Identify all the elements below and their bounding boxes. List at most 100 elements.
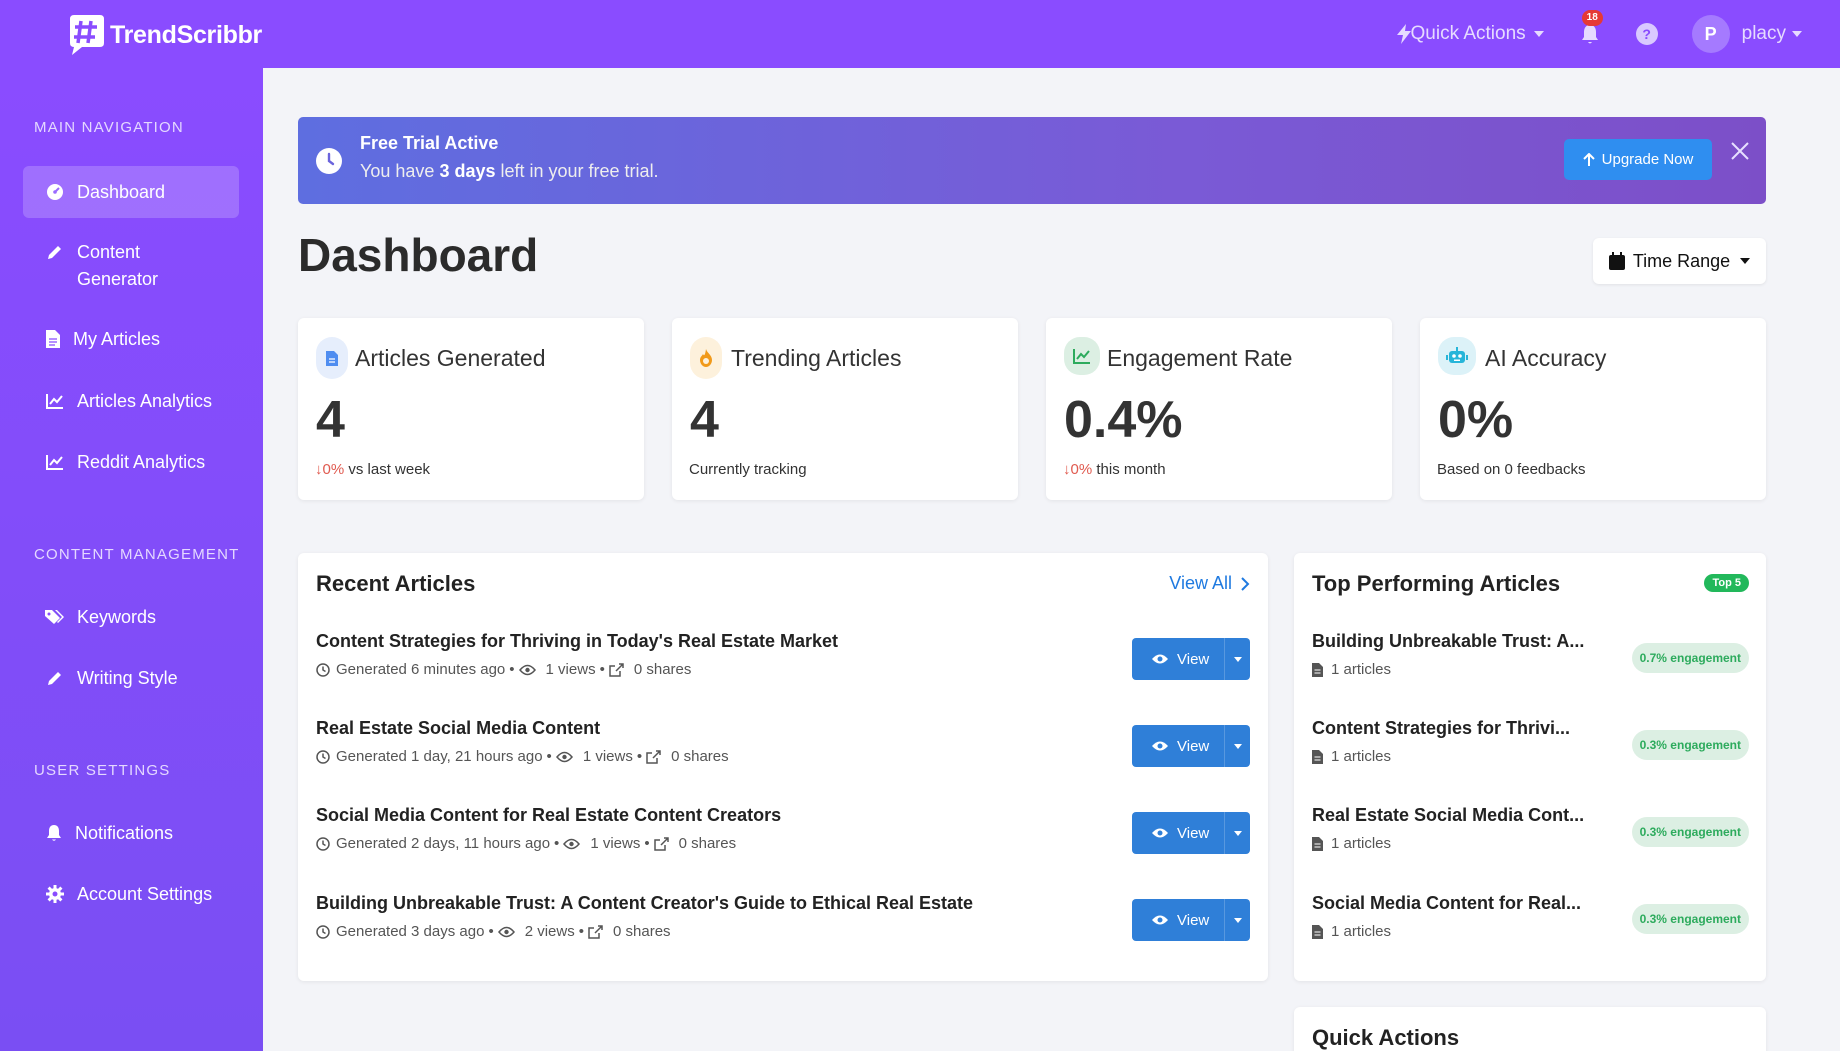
quick-actions-dropdown[interactable]: Quick Actions: [1396, 23, 1544, 45]
list-item: Real Estate Social Media Content Generat…: [316, 718, 1246, 765]
view-dropdown-toggle[interactable]: [1224, 725, 1250, 767]
banner-text-prefix: You have: [360, 161, 435, 181]
stat-card-engagement-rate: Engagement Rate 0.4% ↓0% this month: [1046, 318, 1392, 500]
sidebar-item-label: Account Settings: [77, 884, 213, 904]
article-title[interactable]: Social Media Content for Real Estate Con…: [316, 805, 1246, 826]
engagement-badge: 0.3% engagement: [1631, 730, 1749, 760]
chevron-down-icon: [1233, 743, 1242, 749]
pencil-icon: [45, 242, 65, 262]
article-title[interactable]: Real Estate Social Media Content: [316, 718, 1246, 739]
stat-title: Engagement Rate: [1107, 345, 1293, 371]
top-article-count: 1 articles: [1331, 661, 1392, 678]
close-icon[interactable]: [1730, 141, 1750, 166]
sidebar-item-articles-analytics[interactable]: Articles Analytics: [23, 388, 239, 415]
sidebar-item-label: Articles Analytics: [77, 391, 213, 411]
sidebar-item-writing-style[interactable]: Writing Style: [23, 665, 239, 692]
quick-actions-card: Quick Actions: [1294, 1007, 1766, 1051]
sidebar-item-label: Content Generator: [77, 242, 159, 289]
clock-icon: [316, 836, 330, 851]
engagement-badge: 0.3% engagement: [1631, 817, 1749, 847]
stat-subtext: ↓0% vs last week: [315, 461, 430, 478]
section-label-user-settings: USER SETTINGS: [34, 762, 171, 779]
stat-change: 0%: [322, 461, 345, 478]
eye-icon: [1152, 654, 1168, 664]
view-button[interactable]: View: [1132, 725, 1250, 767]
clock-icon: [316, 924, 330, 939]
section-label-content-management: CONTENT MANAGEMENT: [34, 546, 240, 563]
sidebar-item-reddit-analytics[interactable]: Reddit Analytics: [23, 449, 239, 476]
time-range-dropdown[interactable]: Time Range: [1593, 238, 1766, 284]
top-article-count: 1 articles: [1331, 923, 1392, 940]
stat-subtext: Currently tracking: [689, 461, 807, 478]
notifications-bell[interactable]: 18: [1578, 10, 1603, 46]
view-label: View: [1177, 911, 1210, 929]
avatar[interactable]: P: [1691, 15, 1730, 53]
view-button[interactable]: View: [1132, 812, 1250, 854]
article-views: 1 views: [545, 661, 596, 678]
help-icon[interactable]: ?: [1635, 23, 1658, 45]
user-menu[interactable]: placy: [1742, 23, 1802, 45]
upgrade-now-button[interactable]: Upgrade Now: [1564, 139, 1712, 180]
recent-articles-card: Recent Articles View All Content Strateg…: [298, 553, 1268, 981]
share-icon: [609, 662, 624, 677]
list-item: Social Media Content for Real Estate Con…: [316, 805, 1246, 852]
view-dropdown-toggle[interactable]: [1224, 899, 1250, 941]
sidebar-item-dashboard[interactable]: Dashboard: [23, 166, 239, 218]
file-icon: [1312, 924, 1323, 939]
quick-actions-label: Quick Actions: [1410, 23, 1526, 44]
file-icon: [1312, 662, 1323, 677]
stat-card-trending-articles: Trending Articles 4 Currently tracking: [672, 318, 1018, 500]
chevron-down-icon: [1740, 258, 1751, 264]
stat-change: 0%: [1070, 461, 1093, 478]
sidebar-item-notifications[interactable]: Notifications: [23, 820, 239, 847]
sidebar-item-account-settings[interactable]: Account Settings: [23, 881, 239, 908]
banner-text-suffix: left in your free trial.: [500, 161, 659, 181]
view-dropdown-toggle[interactable]: [1224, 812, 1250, 854]
sidebar-item-label: Reddit Analytics: [77, 452, 206, 472]
article-title[interactable]: Content Strategies for Thriving in Today…: [316, 631, 1246, 652]
sidebar-item-content-generator[interactable]: Content Generator: [23, 239, 213, 293]
top-navbar: TrendScribbr Quick Actions 18 ? P placy: [0, 0, 1840, 68]
chevron-down-icon: [1233, 917, 1242, 923]
eye-icon: [1152, 915, 1168, 925]
file-icon: [45, 329, 61, 349]
chevron-down-icon: [1533, 31, 1544, 37]
arrow-down-icon: ↓: [1063, 461, 1071, 478]
clock-icon: [316, 148, 342, 179]
eye-icon: [555, 751, 573, 762]
engagement-badge: 0.3% engagement: [1631, 904, 1749, 934]
sidebar: MAIN NAVIGATION Dashboard Content Genera…: [0, 68, 263, 1051]
list-item: Building Unbreakable Trust: A Content Cr…: [316, 893, 1246, 940]
chevron-down-icon: [1233, 656, 1242, 662]
eye-icon: [1152, 741, 1168, 751]
article-views: 1 views: [590, 835, 641, 852]
stat-value: 4: [316, 391, 345, 449]
free-trial-banner: Free Trial Active You have 3 days left i…: [298, 117, 1766, 204]
article-generated: Generated 3 days ago: [336, 923, 485, 940]
file-icon: [1312, 836, 1323, 851]
sidebar-item-keywords[interactable]: Keywords: [23, 604, 239, 631]
view-dropdown-toggle[interactable]: [1224, 638, 1250, 680]
view-button[interactable]: View: [1132, 638, 1250, 680]
sidebar-item-label: Keywords: [77, 607, 157, 627]
article-meta: Generated 1 day, 21 hours ago • 1 views …: [316, 748, 1246, 765]
clock-icon: [316, 662, 330, 677]
chart-line-icon: [45, 391, 65, 411]
sidebar-item-my-articles[interactable]: My Articles: [23, 326, 239, 353]
view-all-link[interactable]: View All: [1169, 573, 1250, 594]
view-button[interactable]: View: [1132, 899, 1250, 941]
brand-logo[interactable]: TrendScribbr: [64, 13, 262, 57]
chevron-right-icon: [1241, 576, 1250, 591]
robot-icon: [1438, 337, 1476, 375]
article-meta: Generated 3 days ago • 2 views • 0 share…: [316, 923, 1246, 940]
chevron-down-icon: [1792, 31, 1802, 37]
stat-subtext-label: this month: [1096, 461, 1166, 478]
stat-title: AI Accuracy: [1485, 345, 1607, 371]
banner-title: Free Trial Active: [360, 133, 499, 153]
article-title[interactable]: Building Unbreakable Trust: A Content Cr…: [316, 893, 1246, 914]
article-generated: Generated 6 minutes ago: [336, 661, 506, 678]
view-all-label: View All: [1169, 573, 1232, 593]
stat-title: Articles Generated: [355, 345, 546, 371]
article-views: 2 views: [524, 923, 575, 940]
tags-icon: [45, 607, 65, 627]
